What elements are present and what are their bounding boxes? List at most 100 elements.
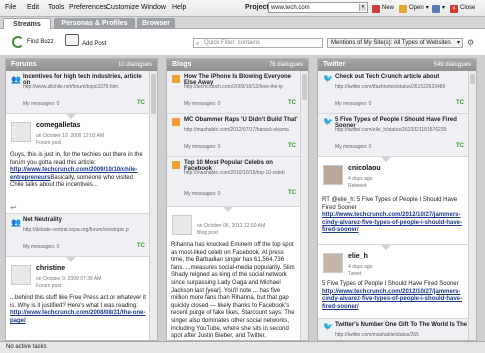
quick-filter-input[interactable]: ⌕ Quick Filter: contains (193, 38, 323, 48)
menu-tools[interactable]: Tools (48, 4, 64, 11)
menu-help[interactable]: Help (172, 4, 186, 11)
list-item[interactable]: How The iPhone Is Blowing Everyone Else … (167, 71, 300, 114)
menu-window[interactable]: Window (141, 4, 166, 11)
post-kind: Tweet (348, 271, 362, 277)
twitter-bird-icon: 🐦 (323, 74, 333, 83)
scroll-thumb[interactable] (151, 74, 156, 114)
item-url[interactable]: http://mashable.com/2010/10/15/top-10-ce… (184, 170, 285, 176)
post-body: Rihanna has knocked Eminem off the top s… (171, 242, 295, 340)
menu-customize[interactable]: Customize (106, 4, 139, 11)
list-item[interactable]: 🐦 Check out Tech Crunch article about ht… (318, 71, 468, 114)
column-title: Twitter (323, 61, 346, 68)
tab-bar: Streams Personas & Profiles Browser (0, 17, 485, 29)
list-item[interactable]: comegalletas on October 10, 2009 12:03 A… (6, 114, 149, 214)
avatar (323, 165, 343, 185)
open-label: Open (409, 5, 424, 11)
post-kind: Blog post (197, 230, 218, 236)
item-title[interactable]: MC Obammer Raps 'U Didn't Build That' (184, 117, 298, 123)
close-button[interactable]: × Close (450, 3, 475, 14)
forums-column-body: 👥 Incentives for high tech industries, a… (6, 71, 149, 340)
chevron-down-icon[interactable]: ▾ (359, 4, 366, 11)
post-body: Guys, this is just in, for the techies o… (10, 152, 146, 190)
chevron-down-icon: ▾ (456, 40, 460, 46)
scroll-thumb[interactable] (470, 74, 475, 84)
avatar (11, 122, 31, 142)
scroll-thumb[interactable] (302, 74, 307, 100)
user-name[interactable]: comegalletas (36, 122, 80, 129)
list-item[interactable]: elie_h 4 days ago Tweet 5 Five Types of … (318, 245, 468, 319)
item-title[interactable]: Twitter's Number One Gift To The World I… (335, 322, 467, 328)
status-bar: No active tasks (0, 341, 485, 353)
tab-browser[interactable]: Browser (137, 18, 175, 29)
post-link[interactable]: http://www.techcrunch.com/2008/08/31/the… (10, 310, 145, 324)
list-item[interactable]: cnicolaou 4 days ago Retweet RT @elie_h:… (318, 157, 468, 245)
post-link[interactable]: http://www.techcrunch.com/2012/10/27/jam… (322, 212, 462, 233)
tab-personas-profiles[interactable]: Personas & Profiles (54, 18, 135, 29)
list-item[interactable]: christine on October 9, 2009 07:39 AM Fo… (6, 257, 149, 340)
my-messages: My messages: 0 (184, 191, 221, 197)
menu-bar: File Edit Tools Preferences Customize Wi… (0, 0, 485, 17)
my-messages: My messages: 0 (23, 101, 60, 107)
forums-column-header: Forums 10 dialogues (6, 59, 157, 71)
menu-edit[interactable]: Edit (27, 4, 39, 11)
twitter-column: Twitter 549 dialogues 🐦 Check out Tech C… (317, 58, 477, 341)
project-select[interactable]: www.tech.com ▾ (268, 2, 368, 13)
add-post-button[interactable]: Add Post (65, 33, 106, 47)
mentions-select[interactable]: Mentions of My Site(s): All Types of Web… (327, 38, 463, 48)
item-url[interactable]: http://twitter.com/tfashnotes/status/261… (335, 84, 445, 90)
menu-preferences[interactable]: Preferences (69, 4, 107, 11)
techcrunch-logo-icon: TC (456, 100, 464, 106)
post-kind: Forum post (36, 140, 62, 146)
item-url[interactable]: http://twitter.com/elie_h/status/2623321… (335, 127, 446, 133)
column-title: Blogs (172, 61, 192, 68)
item-title[interactable]: Net Neutrality (23, 217, 62, 223)
list-item[interactable]: 🐦 5 Five Types of People I Should Have F… (318, 114, 468, 157)
open-button[interactable]: Open ▾ (399, 3, 429, 14)
new-label: New (382, 5, 395, 11)
chevron-down-icon: ▾ (442, 5, 446, 11)
item-url[interactable]: http://www.allchile.net/forum/topic3379.… (23, 84, 118, 90)
reply-arrow-icon[interactable]: ↩ (10, 203, 17, 212)
tab-streams[interactable]: Streams (3, 18, 51, 29)
list-item[interactable]: on October 06, 2012 12:50 AM Blog post R… (167, 207, 300, 340)
new-button[interactable]: New (372, 3, 394, 14)
twitter-column-body: 🐦 Check out Tech Crunch article about ht… (318, 71, 468, 340)
blogs-scrollbar[interactable] (300, 71, 308, 340)
column-count: 76 dialogues (268, 62, 303, 68)
user-name[interactable]: christine (36, 265, 65, 272)
user-name[interactable]: elie_h (348, 253, 368, 260)
avatar (172, 215, 192, 235)
list-item[interactable]: 🐦 Twitter's Number One Gift To The World… (318, 319, 468, 340)
post-link[interactable]: http://www.techcrunch.com/2012/10/27/jam… (322, 289, 462, 310)
item-url[interactable]: http://debate-central.ncpa.org/forum/vie… (23, 227, 129, 233)
post-text: Guys, this is just in, for the techies o… (10, 152, 143, 166)
list-item[interactable]: 👥 Net Neutrality http://debate-central.n… (6, 214, 149, 257)
list-item[interactable]: Top 10 Most Popular Celebs on Facebook h… (167, 157, 300, 207)
techcrunch-logo-icon: TC (137, 100, 145, 106)
item-url[interactable]: http://mashable.com/2012/07/17/barack-ob… (184, 127, 289, 133)
post-kind: Forum post (36, 283, 62, 289)
item-url[interactable]: http://twitter.com/mashable/status/265 (335, 332, 419, 338)
post-date: on October 10, 2009 12:03 AM (36, 133, 105, 139)
status-text: No active tasks (6, 344, 47, 350)
close-icon: × (450, 4, 458, 13)
list-item[interactable]: 👥 Incentives for high tech industries, a… (6, 71, 149, 114)
avatar (323, 253, 343, 273)
user-name[interactable]: cnicolaou (348, 165, 381, 172)
item-url[interactable]: http://techcrunch.com/2009/10/12/how-the… (184, 84, 283, 90)
search-icon: ⌕ (196, 41, 200, 47)
item-title[interactable]: Check out Tech Crunch article about (335, 74, 439, 80)
blogs-column: Blogs 76 dialogues How The iPhone Is Blo… (166, 58, 309, 341)
find-buzz-button[interactable]: Find Buzz (12, 36, 54, 48)
blog-icon (172, 75, 180, 83)
refresh-icon (12, 36, 24, 48)
menu-file[interactable]: File (5, 4, 16, 11)
techcrunch-logo-icon: TC (137, 243, 145, 249)
save-button[interactable]: ▾ (432, 3, 445, 14)
forums-scrollbar[interactable] (149, 71, 157, 340)
caret-icon (66, 257, 77, 262)
caret-icon (66, 114, 77, 119)
twitter-scrollbar[interactable] (468, 71, 476, 340)
list-item[interactable]: MC Obammer Raps 'U Didn't Build That' ht… (167, 114, 300, 157)
gear-icon[interactable]: ⚙ (467, 38, 474, 47)
